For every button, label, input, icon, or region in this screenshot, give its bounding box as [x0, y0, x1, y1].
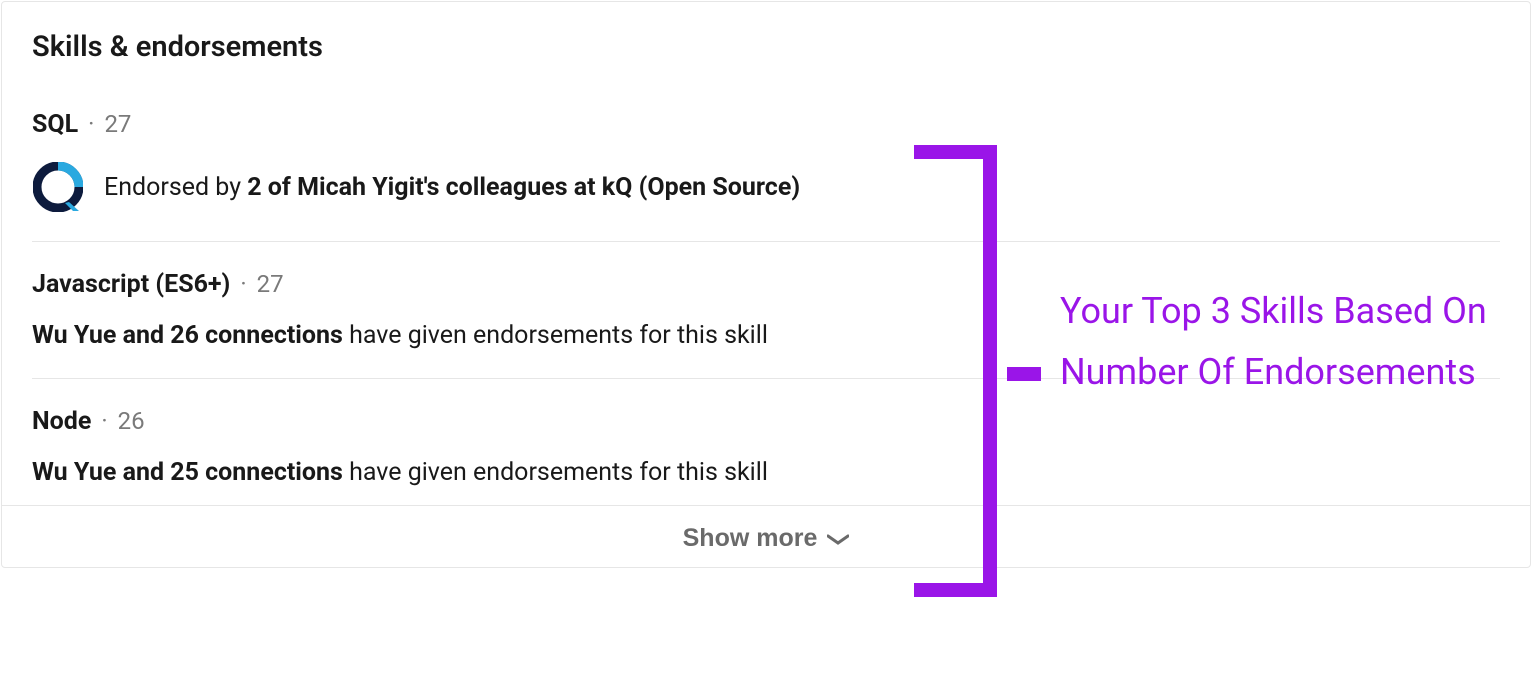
skill-item[interactable]: SQL · 27 Endorsed by 2 of Micah Yigit's … — [32, 110, 1500, 242]
endorsement-suffix: have given endorsements for this skill — [349, 458, 768, 487]
skill-item[interactable]: Node · 26 Wu Yue and 25 connections have… — [32, 407, 1500, 505]
endorsement-count: 27 — [257, 270, 284, 298]
endorsement-suffix: have given endorsements for this skill — [349, 321, 768, 350]
separator-dot: · — [240, 270, 246, 298]
separator-dot: · — [88, 110, 94, 138]
show-more-bar: Show more — [2, 505, 1530, 567]
show-more-button[interactable]: Show more — [683, 524, 850, 553]
skill-name: Node — [32, 407, 91, 436]
endorsement-prefix: Endorsed by — [104, 173, 241, 202]
show-more-label: Show more — [683, 524, 818, 553]
endorsement-bold: Wu Yue and 25 connections — [32, 458, 343, 487]
skill-header: Javascript (ES6+) · 27 — [32, 270, 1500, 299]
endorsement-count: 26 — [118, 407, 145, 435]
skill-header: Node · 26 — [32, 407, 1500, 436]
endorsement-text: Wu Yue and 26 connections have given end… — [32, 321, 768, 350]
endorsement-row: Endorsed by 2 of Micah Yigit's colleague… — [32, 161, 1500, 213]
endorsement-bold: Wu Yue and 26 connections — [32, 321, 343, 350]
skill-header: SQL · 27 — [32, 110, 1500, 139]
endorsement-bold: 2 of Micah Yigit's colleagues at kQ (Ope… — [247, 173, 800, 202]
skills-card: Skills & endorsements SQL · 27 Endorsed … — [1, 1, 1531, 568]
skill-name: SQL — [32, 110, 78, 139]
skill-name: Javascript (ES6+) — [32, 270, 230, 299]
endorsement-text: Endorsed by 2 of Micah Yigit's colleague… — [104, 173, 800, 202]
company-logo-icon — [32, 161, 84, 213]
skill-item[interactable]: Javascript (ES6+) · 27 Wu Yue and 26 con… — [32, 270, 1500, 379]
endorsement-count: 27 — [104, 110, 131, 138]
endorsement-row: Wu Yue and 26 connections have given end… — [32, 321, 1500, 350]
card-content: Skills & endorsements SQL · 27 Endorsed … — [2, 2, 1530, 505]
section-title: Skills & endorsements — [32, 30, 1500, 64]
endorsement-row: Wu Yue and 25 connections have given end… — [32, 458, 1500, 487]
chevron-down-icon — [827, 524, 849, 553]
separator-dot: · — [101, 407, 107, 435]
endorsement-text: Wu Yue and 25 connections have given end… — [32, 458, 768, 487]
